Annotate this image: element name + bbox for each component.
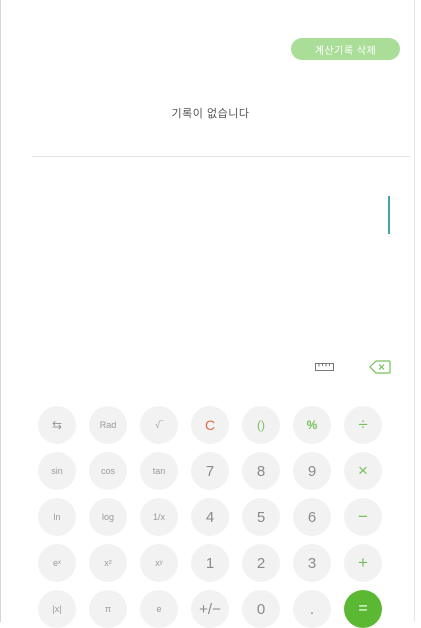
power-key[interactable]: xʸ <box>140 544 178 582</box>
exp-key[interactable]: eˣ <box>38 544 76 582</box>
digit-9-key[interactable]: 9 <box>293 452 331 490</box>
backspace-icon[interactable] <box>369 360 391 374</box>
clear-key[interactable]: C <box>191 406 229 444</box>
keypad: ⇆ Rad √‾ C () % ÷ sin cos tan 7 8 9 × ln… <box>38 406 382 628</box>
digit-3-key[interactable]: 3 <box>293 544 331 582</box>
abs-key[interactable]: |x| <box>38 590 76 628</box>
digit-6-key[interactable]: 6 <box>293 498 331 536</box>
plus-key[interactable]: + <box>344 544 382 582</box>
e-key[interactable]: e <box>140 590 178 628</box>
ruler-icon[interactable] <box>315 362 334 372</box>
expression-input[interactable] <box>0 157 410 347</box>
text-cursor <box>388 196 390 234</box>
decimal-key[interactable]: . <box>293 590 331 628</box>
cos-key[interactable]: cos <box>89 452 127 490</box>
digit-7-key[interactable]: 7 <box>191 452 229 490</box>
digit-2-key[interactable]: 2 <box>242 544 280 582</box>
digit-4-key[interactable]: 4 <box>191 498 229 536</box>
tan-key[interactable]: tan <box>140 452 178 490</box>
swap-key[interactable]: ⇆ <box>38 406 76 444</box>
divide-key[interactable]: ÷ <box>344 406 382 444</box>
digit-0-key[interactable]: 0 <box>242 590 280 628</box>
reciprocal-key[interactable]: 1/x <box>140 498 178 536</box>
digit-5-key[interactable]: 5 <box>242 498 280 536</box>
log-key[interactable]: log <box>89 498 127 536</box>
history-empty-message: 기록이 없습니다 <box>171 108 250 120</box>
history-panel: 계산기록 삭제 기록이 없습니다 <box>0 0 410 156</box>
percent-key[interactable]: % <box>293 406 331 444</box>
digit-8-key[interactable]: 8 <box>242 452 280 490</box>
rad-key[interactable]: Rad <box>89 406 127 444</box>
digit-1-key[interactable]: 1 <box>191 544 229 582</box>
sqrt-key[interactable]: √‾ <box>140 406 178 444</box>
clear-history-button[interactable]: 계산기록 삭제 <box>291 38 400 60</box>
sin-key[interactable]: sin <box>38 452 76 490</box>
equals-key[interactable]: = <box>344 590 382 628</box>
pi-key[interactable]: π <box>89 590 127 628</box>
negate-key[interactable]: +/− <box>191 590 229 628</box>
ln-key[interactable]: ln <box>38 498 76 536</box>
square-key[interactable]: x² <box>89 544 127 582</box>
parentheses-key[interactable]: () <box>242 406 280 444</box>
minus-key[interactable]: − <box>344 498 382 536</box>
multiply-key[interactable]: × <box>344 452 382 490</box>
window-edge <box>414 0 415 622</box>
